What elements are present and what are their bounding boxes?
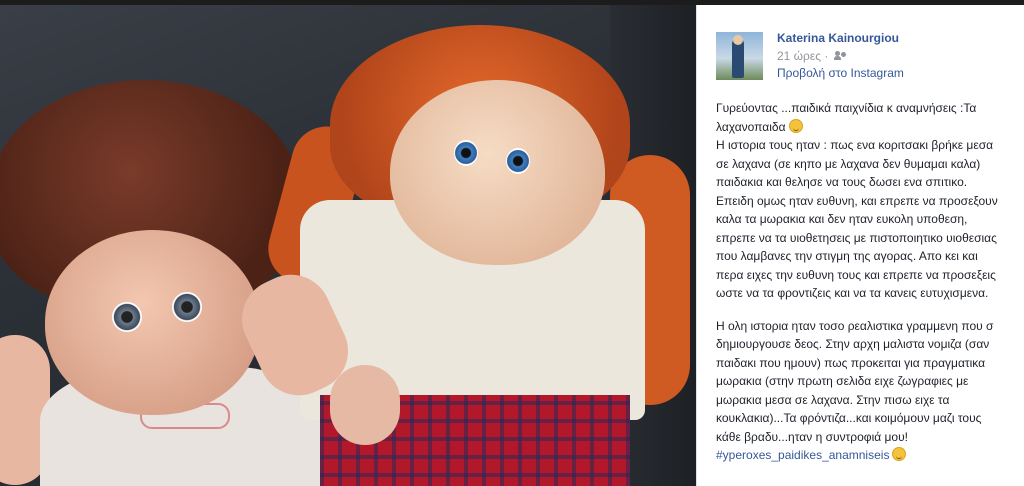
friends-icon[interactable]	[834, 51, 848, 61]
post-line: παιδακι που ημουν) πως προκειται για πρα…	[716, 355, 986, 370]
post-line: #yperoxes_paidikes_anamniseis	[716, 446, 1024, 465]
post-line: ωστε να τα φροντιζεις και να τα κανεις ε…	[716, 286, 989, 300]
post-line: μωρακια (στην πρωτη σελιδα ειχε ζωγραφιε…	[716, 374, 969, 388]
post-line: κουκλακια)...Τα φρόντιζα...και κοιμόμουν…	[716, 411, 982, 425]
post-line: κάθε βραδυ...ηταν η συντροφιά μου!	[716, 429, 908, 444]
left-doll-face	[45, 230, 260, 415]
post-photo[interactable]	[0, 5, 696, 486]
post-line: σε λαχανα (σε κηπο με λαχανα δεν θυμαμαι…	[716, 156, 981, 171]
smiley-emoji-icon	[788, 118, 803, 133]
view-on-instagram-link[interactable]: Προβολή στο Instagram	[777, 66, 904, 80]
right-doll-eye	[454, 140, 478, 166]
post-line: Γυρεύοντας ...παιδικά παιχνίδια κ αναμνή…	[716, 101, 977, 115]
left-doll-eye	[172, 292, 202, 322]
post-line: περα ειχες την ευθυνη τους και επρεπε να…	[716, 267, 996, 282]
author-name[interactable]: Katerina Kainourgiou	[777, 31, 899, 45]
post-time[interactable]: 21 ώρες ·	[777, 49, 828, 63]
right-doll-hand	[330, 365, 400, 445]
post-line: λαχανοπαιδα	[716, 118, 1024, 137]
post-line: Επειδη ομως ηταν ευθυνη, και επρεπε να π…	[716, 193, 998, 208]
hashtag-link[interactable]: #yperoxes_paidikes_anamniseis	[716, 448, 889, 462]
post-side-panel: Katerina Kainourgiou 21 ώρες · Προβολή σ…	[696, 5, 1024, 486]
post-line: δημιουργουσε δεος. Στην αρχη μαλιστα νομ…	[716, 337, 990, 351]
left-doll-eye	[112, 302, 142, 332]
post-line: Η ιστορια τους ηταν : πως ενα κοριτσακι …	[716, 138, 994, 152]
post-line: επρεπε να τα υιοθετησεις με πιστοποιητικ…	[716, 230, 997, 245]
avatar-head	[733, 35, 743, 45]
post-line: μωρακια μεσα σε λαχανα. Στην πισω ειχε τ…	[716, 392, 950, 407]
right-doll-face	[390, 80, 605, 265]
smiley-emoji-icon	[892, 447, 907, 461]
post-line: καλα τα μωρακια και δεν ηταν ευκολη υποθ…	[716, 212, 968, 226]
post-line-text: λαχανοπαιδα	[716, 119, 786, 134]
post-line: παιδακια και θελησε να τους δωσει ενα σπ…	[716, 175, 968, 189]
post-line: που λαμβανες την στιγμη της αγορας. Απο …	[716, 249, 978, 263]
post-text: Γυρεύοντας ...παιδικά παιχνίδια κ αναμνή…	[716, 99, 1024, 465]
avatar[interactable]	[716, 32, 763, 80]
post-line: Η ολη ιστορια ηταν τοσο ρεαλιστικα γραμμ…	[716, 318, 994, 333]
post-meta: 21 ώρες ·	[777, 49, 848, 63]
right-doll-eye	[506, 148, 530, 174]
